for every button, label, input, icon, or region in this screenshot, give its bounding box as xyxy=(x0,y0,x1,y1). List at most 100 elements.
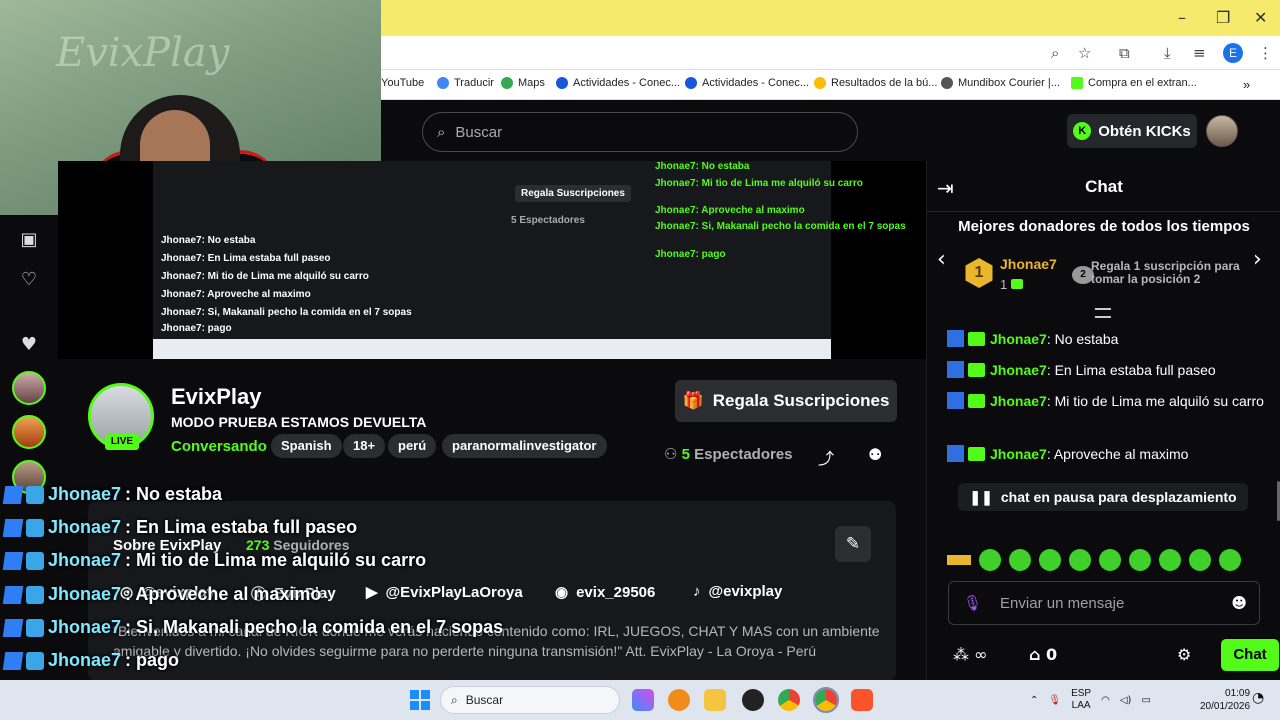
chat-message[interactable]: Jhonae7: Aproveche al maximo xyxy=(947,444,1267,465)
windows-start-icon[interactable] xyxy=(410,690,430,710)
share-icon[interactable]: ⤴ xyxy=(818,445,834,469)
chat-username[interactable]: Jhonae7 xyxy=(990,362,1047,378)
social-discord[interactable]: ◉ evix_29506 xyxy=(555,583,655,602)
streamer-name[interactable]: EvixPlay xyxy=(171,384,262,410)
emote-bars-icon[interactable] xyxy=(947,555,971,565)
volume-icon[interactable]: ◁) xyxy=(1120,695,1132,706)
profile-avatar[interactable]: E xyxy=(1223,43,1243,63)
emote-icon[interactable] xyxy=(979,549,1001,571)
chat-paused-banner[interactable]: ❚❚ chat en pausa para desplazamiento xyxy=(958,483,1248,511)
emote-icon[interactable] xyxy=(1009,549,1031,571)
obs-icon[interactable] xyxy=(742,689,764,711)
gear-icon[interactable]: ⚙ xyxy=(1177,645,1191,664)
emote-icon[interactable] xyxy=(1099,549,1121,571)
chrome-icon[interactable] xyxy=(778,689,800,711)
search-app-icon[interactable] xyxy=(668,689,690,711)
tag-age[interactable]: 18+ xyxy=(343,434,386,458)
heart-icon[interactable]: ♥ xyxy=(16,332,42,358)
chrome-active-icon[interactable] xyxy=(813,687,839,713)
chat-message-input[interactable]: 🎙 Enviar un mensaje ☻ xyxy=(948,581,1260,625)
bookmark-actividades-1[interactable]: Actividades - Conec... xyxy=(556,77,680,89)
emote-icon[interactable] xyxy=(1219,549,1241,571)
emoji-icon[interactable]: ☻ xyxy=(1231,594,1247,612)
bookmark-label: Resultados de la bú... xyxy=(831,77,938,89)
edit-icon[interactable]: ✎ xyxy=(835,526,871,562)
emote-icon[interactable] xyxy=(1069,549,1091,571)
bookmark-compra[interactable]: Compra en el extran... xyxy=(1071,77,1197,89)
donor-count-number: 1 xyxy=(1000,277,1008,292)
file-explorer-icon[interactable] xyxy=(704,689,726,711)
chat-username[interactable]: Jhonae7 xyxy=(990,446,1047,462)
viewer-count: ⚇ 5 Espectadores xyxy=(664,445,793,463)
wifi-icon[interactable]: ◠ xyxy=(1101,695,1110,706)
following-icon[interactable]: ▣ xyxy=(16,227,42,253)
battery-icon[interactable]: ▭ xyxy=(1141,695,1150,706)
bookmark-resultados[interactable]: Resultados de la bú... xyxy=(814,77,937,89)
windows-taskbar: ⌕ Buscar ⌃ 🎙 ESP LAA ◠ ◁) ▭ 01:09 20/01/2… xyxy=(0,680,1280,720)
video-player[interactable]: Jhonae7: No estaba Jhonae7: En Lima esta… xyxy=(58,161,926,359)
notifications-icon[interactable]: ◔ xyxy=(1252,690,1264,706)
copilot-icon[interactable] xyxy=(632,689,654,711)
donor-slot-hint: Regala 1 suscripción para tomar la posic… xyxy=(1091,259,1240,286)
menu-icon[interactable]: ⋮ xyxy=(1258,44,1273,62)
tag-country[interactable]: perú xyxy=(388,434,437,458)
bookmark-star-icon[interactable]: ☆ xyxy=(1078,44,1091,62)
chat-username[interactable]: Jhonae7 xyxy=(990,331,1047,347)
gift-subs-button[interactable]: 🎁 Regala Suscripciones xyxy=(675,380,897,422)
get-kicks-button[interactable]: K Obtén KICKs xyxy=(1067,114,1197,148)
download-icon[interactable]: ⤓ xyxy=(1164,44,1171,62)
search-input[interactable]: ⌕ Buscar xyxy=(422,112,858,152)
microphone-icon[interactable]: 🎙 xyxy=(1048,695,1061,706)
bookmark-traducir[interactable]: Traducir xyxy=(437,77,494,89)
close-icon[interactable]: ✕ xyxy=(1254,8,1267,27)
bookmark-label: Mundibox Courier |... xyxy=(958,77,1060,89)
favorite-icon[interactable]: ♡ xyxy=(16,267,42,293)
channel-avatar[interactable] xyxy=(12,371,46,405)
channel-avatar[interactable] xyxy=(12,415,46,449)
top-donor-name[interactable]: Jhonae7 xyxy=(1000,256,1057,272)
brave-icon[interactable] xyxy=(851,689,873,711)
bookmark-label: YouTube xyxy=(381,77,425,89)
chat-username[interactable]: Jhonae7 xyxy=(990,393,1047,409)
emote-icon[interactable] xyxy=(1039,549,1061,571)
media-icon[interactable]: ≡ xyxy=(1193,44,1206,62)
bookmark-label: Maps xyxy=(518,77,545,89)
tag-language[interactable]: Spanish xyxy=(271,434,342,458)
language-indicator[interactable]: ESP LAA xyxy=(1071,688,1091,712)
chat-message[interactable]: Jhonae7: Mi tio de Lima me alquiló su ca… xyxy=(947,391,1267,412)
send-chat-button[interactable]: Chat xyxy=(1221,639,1279,671)
zoom-icon[interactable]: ⌕ xyxy=(1051,44,1059,62)
microphone-icon[interactable]: 🎙 xyxy=(963,594,982,612)
category-link[interactable]: Conversando xyxy=(171,438,267,455)
bookmark-mundibox[interactable]: Mundibox Courier |... xyxy=(941,77,1060,89)
bookmark-actividades-2[interactable]: Actividades - Conec... xyxy=(685,77,809,89)
emote-icon[interactable] xyxy=(1129,549,1151,571)
tag-custom[interactable]: paranormalinvestigator xyxy=(442,434,607,458)
emote-icon[interactable] xyxy=(1189,549,1211,571)
more-bookmarks-icon[interactable]: » xyxy=(1243,77,1250,92)
chevron-up-icon[interactable]: ⌃ xyxy=(1030,695,1038,706)
minimize-icon[interactable]: – xyxy=(1178,8,1186,27)
drag-handle-icon[interactable] xyxy=(1095,308,1111,318)
follow-user-icon[interactable]: ⚉ xyxy=(868,445,882,464)
social-youtube[interactable]: ▶ @EvixPlayLaOroya xyxy=(366,583,523,602)
points-icon[interactable]: ⁂ ∞ xyxy=(953,645,987,664)
bookmark-maps[interactable]: Maps xyxy=(501,77,545,89)
chat-message[interactable]: Jhonae7: No estaba xyxy=(947,329,1267,350)
taskbar-clock[interactable]: 01:09 20/01/2026 xyxy=(1200,687,1250,713)
chat-paused-label: chat en pausa para desplazamiento xyxy=(1000,489,1237,505)
extensions-icon[interactable]: ⧉ xyxy=(1119,44,1130,62)
chevron-left-icon[interactable]: ‹ xyxy=(937,247,946,272)
kicks-balance[interactable]: ⌂ 0 xyxy=(1029,645,1057,664)
sub-badge-icon xyxy=(26,485,44,504)
social-tiktok[interactable]: ♪ @evixplay xyxy=(693,583,782,600)
bookmark-youtube[interactable]: YouTube xyxy=(381,77,424,89)
chevron-right-icon[interactable]: › xyxy=(1253,247,1262,272)
emote-icon[interactable] xyxy=(1159,549,1181,571)
overlay-text: : No estaba xyxy=(125,484,223,504)
user-avatar[interactable] xyxy=(1206,115,1238,147)
maximize-icon[interactable]: ❐ xyxy=(1216,8,1230,27)
taskbar-search[interactable]: ⌕ Buscar xyxy=(440,686,620,714)
chat-message[interactable]: Jhonae7: En Lima estaba full paseo xyxy=(947,360,1267,381)
bookmark-label: Actividades - Conec... xyxy=(702,77,809,89)
